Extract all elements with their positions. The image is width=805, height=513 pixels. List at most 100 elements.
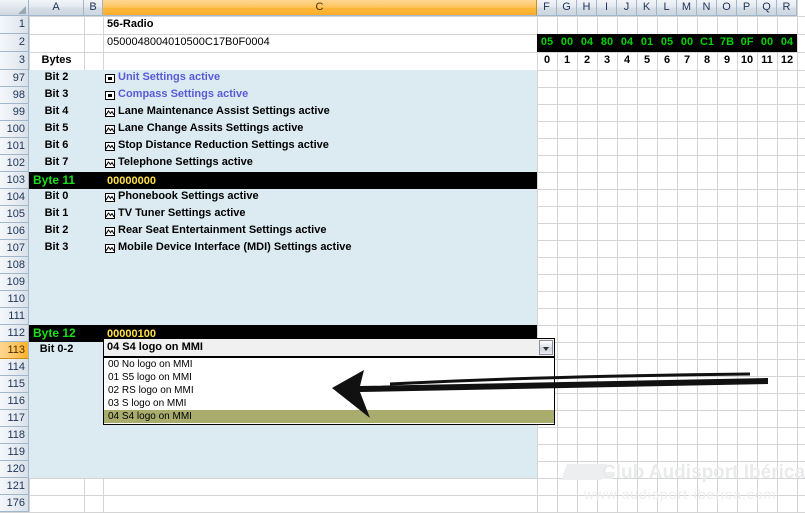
row-header-114[interactable]: 114	[0, 359, 29, 376]
cell-b115[interactable]	[84, 376, 103, 393]
cell-byteindex-0[interactable]: 0	[537, 52, 557, 70]
cell-c111[interactable]	[103, 308, 537, 325]
row-header-110[interactable]: 110	[0, 291, 29, 308]
cell-b108[interactable]	[84, 257, 103, 274]
cell-c102[interactable]: Telephone Settings active	[103, 155, 537, 172]
column-header-p[interactable]: P	[737, 0, 757, 16]
cell-b114[interactable]	[84, 359, 103, 376]
cell-byteindex-8[interactable]: 8	[697, 52, 717, 70]
row-header-112[interactable]: 112	[0, 325, 29, 342]
cell-c101[interactable]: Stop Distance Reduction Settings active	[103, 138, 537, 155]
cell-hexbyte-1[interactable]: 00	[557, 34, 577, 52]
select-all-corner[interactable]	[0, 0, 29, 16]
bit-label-101[interactable]: Bit 6	[29, 138, 84, 155]
column-header-b[interactable]: B	[84, 0, 103, 16]
cell-hexbyte-12[interactable]: 04	[777, 34, 797, 52]
cell-b120[interactable]	[84, 461, 103, 478]
row-header-98[interactable]: 98	[0, 87, 29, 104]
column-header-n[interactable]: N	[697, 0, 717, 16]
cell-byteindex-5[interactable]: 5	[637, 52, 657, 70]
column-header-g[interactable]: G	[557, 0, 577, 16]
row-header-120[interactable]: 120	[0, 461, 29, 478]
row-header-3[interactable]: 3	[0, 52, 29, 70]
row-header-2[interactable]: 2	[0, 34, 29, 52]
cell-a119[interactable]	[29, 444, 84, 461]
cell-byteindex-3[interactable]: 3	[597, 52, 617, 70]
cell-hexbyte-0[interactable]: 05	[537, 34, 557, 52]
column-header-i[interactable]: I	[597, 0, 617, 16]
cell-a117[interactable]	[29, 410, 84, 427]
cell-byteindex-6[interactable]: 6	[657, 52, 677, 70]
dropdown-option-3[interactable]: 03 S logo on MMI	[104, 397, 554, 410]
dropdown-option-1[interactable]: 01 S5 logo on MMI	[104, 371, 554, 384]
row-header-99[interactable]: 99	[0, 104, 29, 121]
cell-a109[interactable]	[29, 274, 84, 291]
cell-hexbyte-3[interactable]: 80	[597, 34, 617, 52]
cell-b102[interactable]	[84, 155, 103, 172]
column-header-l[interactable]: L	[657, 0, 677, 16]
cell-hexbyte-5[interactable]: 01	[637, 34, 657, 52]
cell-c2-hexstring[interactable]: 0500048004010500C17B0F0004	[103, 34, 537, 52]
cell-b110[interactable]	[84, 291, 103, 308]
cell-c108[interactable]	[103, 257, 537, 274]
dropdown-option-0[interactable]: 00 No logo on MMI	[104, 358, 554, 371]
cell-a111[interactable]	[29, 308, 84, 325]
bit-label-107[interactable]: Bit 3	[29, 240, 84, 257]
column-header-c[interactable]: C	[103, 0, 537, 16]
cell-b98[interactable]	[84, 87, 103, 104]
cell-b106[interactable]	[84, 223, 103, 240]
cell-byteindex-9[interactable]: 9	[717, 52, 737, 70]
cell-c119[interactable]	[103, 444, 537, 461]
column-header-f[interactable]: F	[537, 0, 557, 16]
column-header-j[interactable]: J	[617, 0, 637, 16]
cell-hexbyte-8[interactable]: C1	[697, 34, 717, 52]
bit-label-113[interactable]: Bit 0-2	[29, 342, 84, 359]
cell-c1-title[interactable]: 56-Radio	[103, 16, 537, 34]
cell-b116[interactable]	[84, 393, 103, 410]
cell-b111[interactable]	[84, 308, 103, 325]
cell-b119[interactable]	[84, 444, 103, 461]
dropdown-option-2[interactable]: 02 RS logo on MMI	[104, 384, 554, 397]
cell-byteindex-4[interactable]: 4	[617, 52, 637, 70]
row-header-118[interactable]: 118	[0, 427, 29, 444]
cell-c107[interactable]: Mobile Device Interface (MDI) Settings a…	[103, 240, 537, 257]
row-header-105[interactable]: 105	[0, 206, 29, 223]
cell-a110[interactable]	[29, 291, 84, 308]
bit-label-104[interactable]: Bit 0	[29, 189, 84, 206]
row-header-113[interactable]: 113	[0, 342, 29, 359]
cell-b105[interactable]	[84, 206, 103, 223]
cell-c99[interactable]: Lane Maintenance Assist Settings active	[103, 104, 537, 121]
row-header-103[interactable]: 103	[0, 172, 29, 189]
column-header-q[interactable]: Q	[757, 0, 777, 16]
bit-label-99[interactable]: Bit 4	[29, 104, 84, 121]
cell-a115[interactable]	[29, 376, 84, 393]
cell-a118[interactable]	[29, 427, 84, 444]
cell-a116[interactable]	[29, 393, 84, 410]
cell-b100[interactable]	[84, 121, 103, 138]
row-header-106[interactable]: 106	[0, 223, 29, 240]
cell-c97[interactable]: Unit Settings active	[103, 70, 537, 87]
cell-a120[interactable]	[29, 461, 84, 478]
cell-hexbyte-7[interactable]: 00	[677, 34, 697, 52]
bit-label-100[interactable]: Bit 5	[29, 121, 84, 138]
cell-c105[interactable]: TV Tuner Settings active	[103, 206, 537, 223]
cell-hexbyte-2[interactable]: 04	[577, 34, 597, 52]
bit-label-102[interactable]: Bit 7	[29, 155, 84, 172]
cell-hexbyte-10[interactable]: 0F	[737, 34, 757, 52]
cell-c110[interactable]	[103, 291, 537, 308]
cell-b99[interactable]	[84, 104, 103, 121]
cell-byteindex-7[interactable]: 7	[677, 52, 697, 70]
column-header-m[interactable]: M	[677, 0, 697, 16]
logo-select-dropdown-list[interactable]: 00 No logo on MMI01 S5 logo on MMI02 RS …	[103, 357, 555, 425]
bit-label-105[interactable]: Bit 1	[29, 206, 84, 223]
cell-hexbyte-9[interactable]: 7B	[717, 34, 737, 52]
cell-b113[interactable]	[84, 342, 103, 359]
row-header-115[interactable]: 115	[0, 376, 29, 393]
row-header-111[interactable]: 111	[0, 308, 29, 325]
bit-label-106[interactable]: Bit 2	[29, 223, 84, 240]
cell-c100[interactable]: Lane Change Assits Settings active	[103, 121, 537, 138]
column-header-h[interactable]: H	[577, 0, 597, 16]
cell-byteindex-12[interactable]: 12	[777, 52, 797, 70]
cell-hexbyte-11[interactable]: 00	[757, 34, 777, 52]
row-header-102[interactable]: 102	[0, 155, 29, 172]
